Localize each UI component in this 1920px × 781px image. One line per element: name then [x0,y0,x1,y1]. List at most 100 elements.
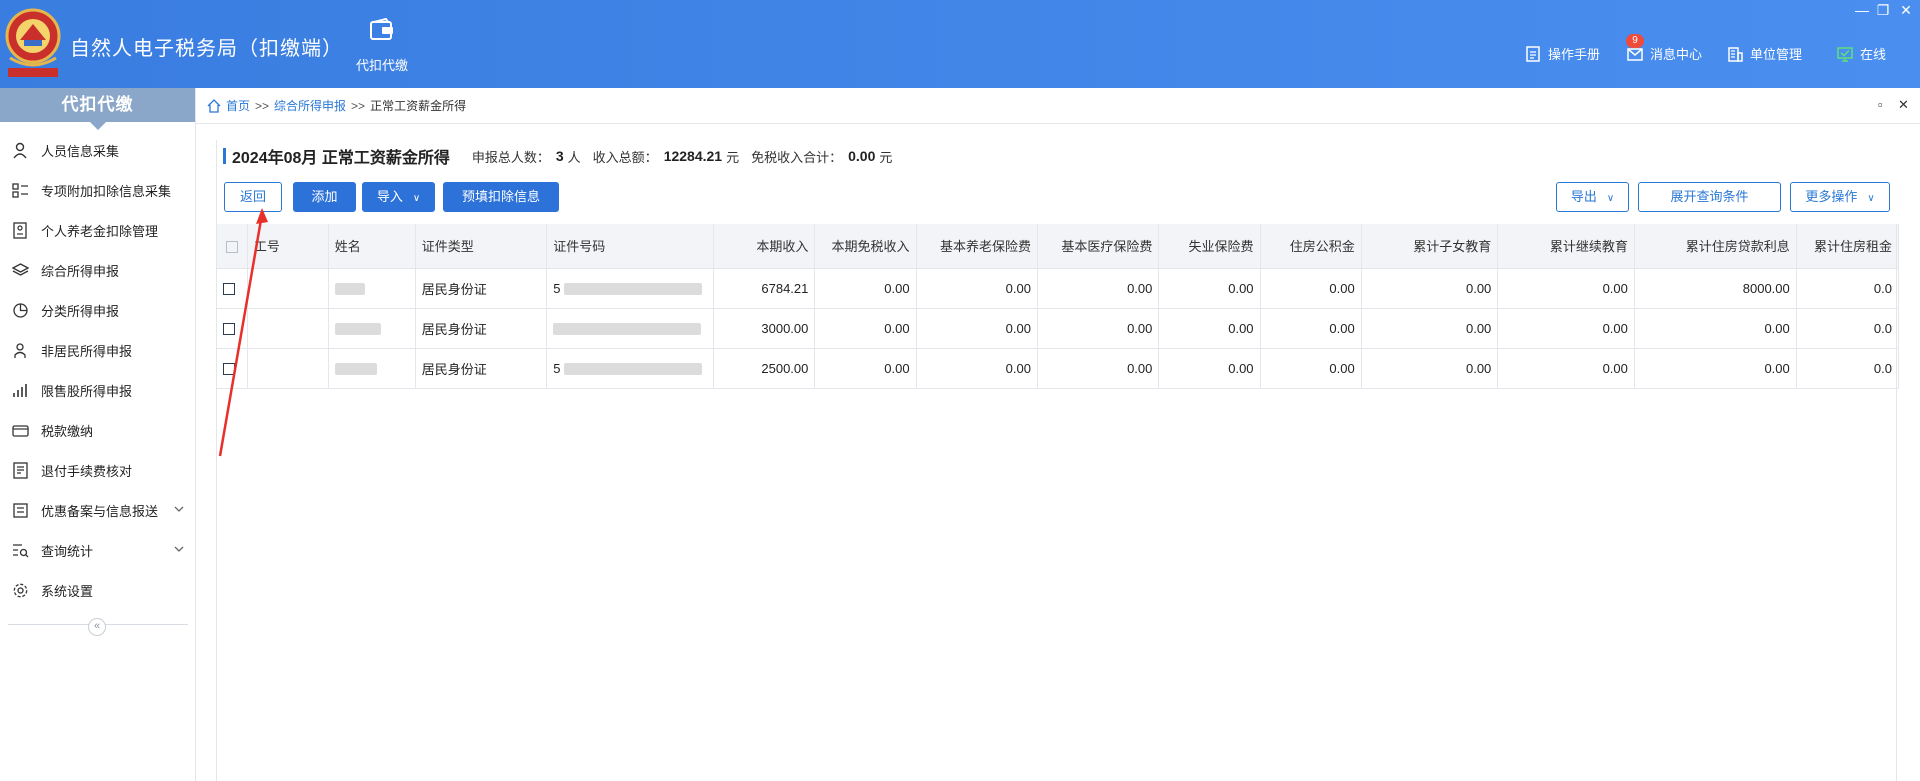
income-total-value: 12284.21 [663,148,723,164]
add-button[interactable]: 添加 [293,182,356,212]
import-button[interactable]: 导入 ∨ [362,182,435,212]
sidebar-item-special-deduction[interactable]: 专项附加扣除信息采集 [0,170,195,210]
sidebar-item-classified-income[interactable]: 分类所得申报 [0,290,195,330]
expand-query-button[interactable]: 展开查询条件 [1638,182,1781,212]
sidebar-item-query-stats[interactable]: 查询统计 [0,530,195,570]
app-title: 自然人电子税务局（扣缴端） [70,38,343,60]
total-people-unit: 人 [567,149,581,165]
wallet-icon [12,424,29,437]
panel-restore-button[interactable]: ▫ [1878,97,1883,112]
exempt-cell: 0.00 [814,308,917,349]
sidebar-item-comprehensive-income[interactable]: 综合所得申报 [0,250,195,290]
col-income[interactable]: 本期收入 [713,224,816,269]
sidebar-item-label: 退付手续费核对 [41,463,133,479]
prefill-deduction-button[interactable]: 预填扣除信息 [443,182,559,212]
mortgage-interest-cell: 0.00 [1634,308,1797,349]
unemployment-cell: 0.00 [1158,308,1261,349]
col-employee-no[interactable]: 工号 [247,224,329,269]
name-cell [328,348,416,389]
total-people-value: 3 [555,148,564,164]
sidebar-item-restricted-stock[interactable]: 限售股所得申报 [0,370,195,410]
child-education-cell: 0.00 [1361,308,1499,349]
select-all-cell[interactable] [217,224,248,269]
breadcrumb-home[interactable]: 首页 [226,97,250,114]
unemployment-cell: 0.00 [1158,268,1261,309]
table-header-row: 工号 姓名 证件类型 证件号码 本期收入 本期免税收入 基本养老保险费 基本医疗… [217,224,1900,269]
col-rent[interactable]: 累计住房租金 [1796,224,1900,269]
col-id-number[interactable]: 证件号码 [546,224,715,269]
id-number-cell: 5 [546,348,715,389]
sidebar-item-personnel[interactable]: 人员信息采集 [0,130,195,170]
col-child-education[interactable]: 累计子女教育 [1361,224,1499,269]
row-checkbox[interactable] [223,363,235,376]
list-icon [12,182,28,198]
app-header: 自然人电子税务局（扣缴端） 代扣代缴 操作手册 消息中心 9 单位管理 在线 —… [0,0,1920,88]
breadcrumb-comprehensive-income[interactable]: 综合所得申报 [274,97,346,114]
sidebar-item-system-settings[interactable]: 系统设置 [0,570,195,610]
col-mortgage-interest[interactable]: 累计住房贷款利息 [1634,224,1797,269]
employee-no-cell [247,268,329,309]
total-people-label: 申报总人数： [471,149,550,165]
sidebar-item-pension[interactable]: 个人养老金扣除管理 [0,210,195,250]
table-row[interactable]: 居民身份证 3000.00 0.00 0.00 0.00 0.00 0.00 0… [217,308,1900,349]
back-button[interactable]: 返回 [224,182,282,212]
mortgage-interest-cell: 0.00 [1634,348,1797,389]
sidebar-collapse-button[interactable]: « [88,618,106,636]
row-checkbox[interactable] [223,323,235,336]
person-icon [13,142,27,158]
panel-close-button[interactable]: ✕ [1898,97,1909,113]
col-medical[interactable]: 基本医疗保险费 [1037,224,1160,269]
pie-icon [13,302,28,318]
id-type-cell: 居民身份证 [415,268,548,309]
more-actions-button[interactable]: 更多操作 ∨ [1790,182,1890,212]
chevron-down-icon: ∨ [412,193,421,204]
search-list-icon [13,543,29,557]
housing-fund-cell: 0.00 [1260,268,1362,309]
minimize-button[interactable]: — [1852,2,1872,18]
child-education-cell: 0.00 [1361,268,1499,309]
export-button[interactable]: 导出 ∨ [1556,182,1629,212]
income-cell: 3000.00 [713,308,816,349]
online-status[interactable]: 在线 [1836,44,1886,63]
chevron-down-icon: ∨ [1867,193,1875,204]
col-unemployment[interactable]: 失业保险费 [1158,224,1261,269]
sidebar-item-nonresident[interactable]: 非居民所得申报 [0,330,195,370]
sidebar-item-tax-payment[interactable]: 税款缴纳 [0,410,195,450]
continuing-education-cell: 0.00 [1497,348,1635,389]
pension-cell: 0.00 [916,268,1038,309]
col-name[interactable]: 姓名 [328,224,416,269]
exempt-cell: 0.00 [814,348,917,389]
import-label: 导入 [376,189,403,204]
row-checkbox[interactable] [223,283,235,296]
unit-management-link[interactable]: 单位管理 [1726,44,1802,63]
row-select-cell[interactable] [217,348,248,389]
sidebar-item-label: 人员信息采集 [41,143,120,159]
col-exempt-income[interactable]: 本期免税收入 [814,224,917,269]
table-row[interactable]: 居民身份证 5 2500.00 0.00 0.00 0.00 0.00 0.00… [217,348,1900,389]
sidebar-item-label: 查询统计 [41,543,94,559]
unemployment-cell: 0.00 [1158,348,1261,389]
medical-cell: 0.00 [1037,308,1160,349]
restore-button[interactable]: ❐ [1873,2,1893,19]
nav-tile-label: 代扣代缴 [355,58,408,73]
manual-link[interactable]: 操作手册 [1524,44,1600,63]
pension-icon [13,221,27,239]
income-cell: 2500.00 [713,348,816,389]
col-housing-fund[interactable]: 住房公积金 [1260,224,1362,269]
redacted-name [334,323,381,336]
chevron-down-icon [174,506,184,512]
row-select-cell[interactable] [217,268,248,309]
col-continuing-education[interactable]: 累计继续教育 [1497,224,1635,269]
row-select-cell[interactable] [217,308,248,349]
sidebar-item-label: 综合所得申报 [41,263,120,279]
exempt-total-unit: 元 [879,149,893,165]
income-cell: 6784.21 [713,268,816,309]
sidebar-item-refund-fee[interactable]: 退付手续费核对 [0,450,195,490]
col-id-type[interactable]: 证件类型 [415,224,548,269]
sidebar-item-preferential-filing[interactable]: 优惠备案与信息报送 [0,490,195,530]
select-all-checkbox[interactable] [225,240,238,253]
table-row[interactable]: 居民身份证 5 6784.21 0.00 0.00 0.00 0.00 0.00… [217,268,1900,309]
nav-tile-withholding[interactable]: 代扣代缴 [352,17,412,74]
close-button[interactable]: ✕ [1896,2,1916,19]
col-pension[interactable]: 基本养老保险费 [916,224,1038,269]
